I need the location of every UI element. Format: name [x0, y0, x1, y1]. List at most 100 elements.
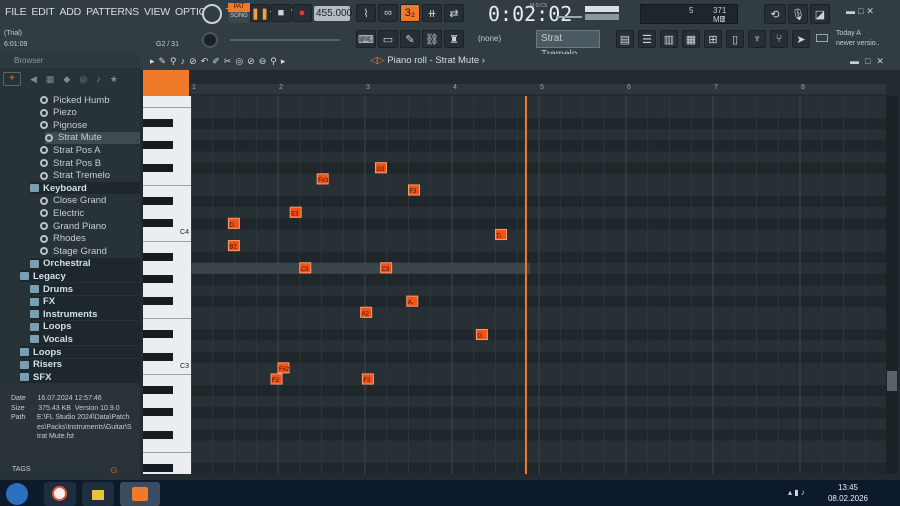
black-key[interactable] [143, 219, 173, 228]
piano-keyboard[interactable]: C4C3C2 [143, 96, 191, 503]
tuner-icon[interactable]: ♆ [748, 30, 766, 48]
tray-icons[interactable]: ▴ ▮ ♪ [788, 488, 805, 497]
black-key[interactable] [143, 352, 173, 361]
black-key[interactable] [143, 408, 173, 417]
browser-preset[interactable]: Strat Tremelo [40, 170, 140, 182]
browser-folder[interactable]: Legacy [20, 270, 140, 283]
note[interactable]: A. [406, 295, 419, 307]
browser-preset[interactable]: Piezo [40, 107, 140, 119]
note[interactable]: F#3 [316, 173, 329, 185]
note-grid[interactable]: D. B2 E3 F#3 C3 G3 C3 F3 A. A2 G. D. F#2 F2 F2 [191, 96, 886, 474]
note[interactable]: F#2 [277, 362, 290, 374]
stamp-icon[interactable]: ♜ [444, 30, 464, 48]
record-mode-knob[interactable] [202, 4, 222, 24]
pianoroll-window-controls[interactable]: ▬□✕ [850, 56, 890, 67]
loop-record-icon[interactable]: ⇄ [444, 4, 464, 22]
step-edit-icon[interactable]: ⧺ [422, 4, 442, 22]
note[interactable]: D. [227, 217, 240, 229]
link-icon[interactable]: ⛓ [422, 30, 442, 48]
browser-preset[interactable]: Strat Mute [45, 131, 145, 144]
play-button[interactable]: ❚❚ [250, 4, 270, 22]
keyboard-icon[interactable]: ⌨ [356, 30, 376, 48]
mixer-icon[interactable]: ☰ [638, 30, 656, 48]
menu-item[interactable]: FILE [5, 6, 27, 18]
note[interactable]: E3 [289, 206, 302, 218]
note[interactable]: G. [475, 328, 488, 341]
browser-filter-icons[interactable]: ◀▦◆◎♪★ [30, 74, 127, 85]
file-icon[interactable]: ▯ [726, 30, 744, 48]
send-icon[interactable]: ➤ [792, 30, 810, 48]
browser-folder[interactable]: Loops [30, 320, 140, 333]
browser-folder[interactable]: Vocals [30, 333, 140, 346]
yandex-browser-icon[interactable] [44, 482, 76, 506]
browser-folder[interactable]: Orchestral [30, 257, 140, 270]
browser-preset[interactable]: Rhodes [40, 233, 140, 245]
black-key[interactable] [143, 119, 173, 128]
hint-icon[interactable]: ◪ [810, 4, 830, 24]
preset-selector[interactable]: Strat Tremelo [536, 30, 600, 60]
menu-item[interactable]: EDIT [31, 6, 54, 18]
countdown-icon[interactable]: 3₂ [400, 4, 420, 22]
scroll-thumb[interactable] [887, 371, 897, 391]
browser-preset[interactable]: Stage Grand [40, 245, 140, 257]
menu-item[interactable]: PATTERNS [86, 6, 139, 18]
playlist-icon[interactable]: ▦ [682, 30, 700, 48]
browser-folder[interactable]: SFX [20, 371, 140, 384]
fl-studio-taskbar-icon[interactable] [120, 482, 160, 506]
typing-keyboard-icon[interactable]: ▭ [378, 30, 398, 48]
black-key[interactable] [143, 197, 173, 206]
metronome-icon[interactable]: ⌇ [356, 4, 376, 22]
snap-select[interactable]: (none) [478, 34, 501, 43]
note[interactable]: G3 [374, 162, 387, 174]
note[interactable]: F2 [270, 373, 283, 385]
browser-folder[interactable]: Instruments [30, 308, 140, 321]
note[interactable]: F2 [361, 373, 374, 385]
brush-icon[interactable]: ✎ [400, 30, 420, 48]
browser-preset[interactable]: Pignose [40, 119, 140, 131]
black-key[interactable] [143, 141, 173, 150]
menu-item[interactable]: ADD [60, 6, 82, 18]
master-slider[interactable] [230, 39, 340, 41]
vertical-scrollbar[interactable] [886, 96, 898, 474]
black-key[interactable] [143, 330, 173, 339]
browser-all-icon[interactable]: + [3, 72, 21, 86]
black-key[interactable] [143, 163, 173, 172]
master-knob[interactable] [202, 32, 218, 48]
master-pitch-bar[interactable] [585, 14, 619, 20]
browser-preset[interactable]: Strat Pos A [40, 144, 140, 156]
browser-preset[interactable]: Picked Humb [40, 94, 140, 106]
window-controls[interactable]: ▬□✕ [846, 6, 877, 17]
note[interactable]: C3 [299, 262, 312, 274]
cart-icon[interactable] [816, 34, 828, 42]
browser-preset[interactable]: Grand Piano [40, 220, 140, 232]
menu-item[interactable]: VIEW [144, 6, 170, 18]
note[interactable]: D. [495, 228, 507, 241]
browser-folder[interactable]: Loops [20, 346, 140, 358]
record-button[interactable]: ● [292, 4, 312, 22]
browser-folder[interactable]: Risers [20, 358, 140, 371]
browser-folder[interactable]: Keyboard [30, 182, 140, 195]
wait-input-icon[interactable]: ∞ [378, 4, 398, 22]
velocity-corner[interactable] [143, 70, 189, 96]
tempo-display[interactable]: 455.000 [314, 6, 352, 21]
tag-search-icon[interactable]: ⊙ [110, 465, 118, 476]
lock-app-icon[interactable] [82, 482, 114, 506]
bar-ruler[interactable]: 1 2 3 4 5 6 7 8 [190, 84, 886, 94]
browser-preset[interactable]: Strat Pos B [40, 157, 140, 169]
note[interactable]: C3 [380, 262, 393, 274]
stop-button[interactable]: ■ [271, 4, 291, 22]
note[interactable]: F3 [408, 184, 420, 196]
pianoroll-icon[interactable]: ▥ [660, 30, 678, 48]
black-key[interactable] [143, 463, 173, 472]
mic-icon[interactable]: 🎙 [788, 4, 808, 24]
undo-history-icon[interactable]: ⟲ [764, 4, 786, 24]
black-key[interactable] [143, 386, 173, 395]
black-key[interactable] [143, 274, 173, 283]
browser-folder[interactable]: Drums [30, 283, 140, 295]
fork-icon[interactable]: ⑂ [770, 30, 788, 48]
channel-rack-icon[interactable]: ▤ [616, 30, 634, 48]
black-key[interactable] [143, 252, 173, 261]
plugin-icon[interactable]: ⊞ [704, 30, 722, 48]
note[interactable]: A2 [360, 306, 373, 318]
black-key[interactable] [143, 297, 173, 306]
